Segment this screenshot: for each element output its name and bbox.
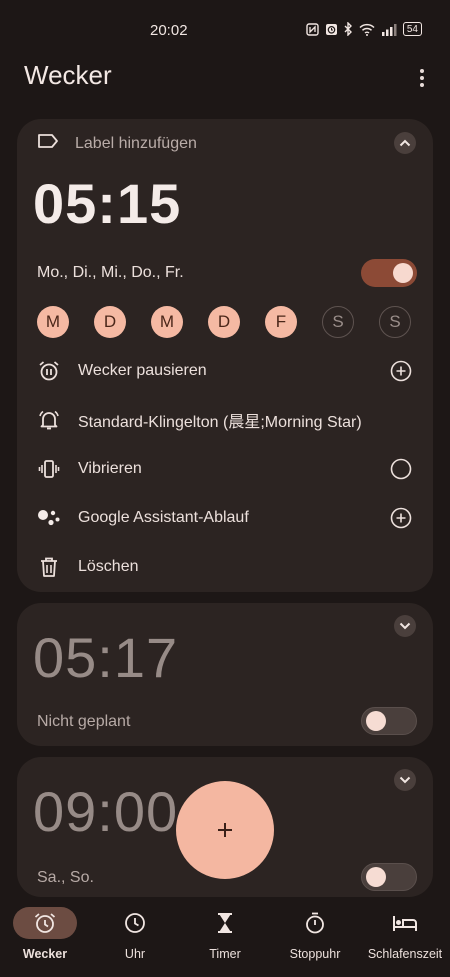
nav-label: Wecker xyxy=(22,947,68,961)
delete-option[interactable]: Löschen xyxy=(37,552,413,582)
nfc-icon xyxy=(306,22,319,36)
pause-alarm-label: Wecker pausieren xyxy=(78,362,207,379)
nav-label: Stoppuhr xyxy=(289,947,341,961)
bottom-navigation: Wecker Uhr Timer Stoppuhr Schlafenszeit xyxy=(0,897,450,977)
add-alarm-button[interactable] xyxy=(176,781,274,879)
weekday-selector: M D M D F S S xyxy=(37,306,411,338)
overflow-menu-icon[interactable] xyxy=(408,64,436,92)
bell-icon xyxy=(37,408,61,432)
assistant-routine-label: Google Assistant-Ablauf xyxy=(78,509,249,526)
day-friday[interactable]: F xyxy=(265,306,297,338)
expand-alarm-button[interactable] xyxy=(394,769,416,791)
clock-icon xyxy=(125,913,145,933)
nav-label: Schlafenszeit xyxy=(367,947,443,961)
add-icon xyxy=(218,823,232,837)
alarm-toggle[interactable] xyxy=(361,863,417,891)
signal-icon xyxy=(381,22,397,36)
alarm-card-2[interactable]: 05:17 Nicht geplant xyxy=(17,603,433,746)
day-monday[interactable]: M xyxy=(37,306,69,338)
add-label-row[interactable]: Label hinzufügen xyxy=(37,133,197,154)
add-pause-icon[interactable] xyxy=(389,359,413,383)
add-assistant-icon[interactable] xyxy=(389,506,413,530)
collapse-alarm-button[interactable] xyxy=(394,132,416,154)
expand-alarm-button[interactable] xyxy=(394,615,416,637)
delete-label: Löschen xyxy=(78,558,139,575)
status-bar: 20:02 54 xyxy=(0,0,450,60)
status-icons: 54 xyxy=(306,22,422,36)
nav-item-clock[interactable]: Uhr xyxy=(90,907,180,961)
alarm-icon xyxy=(34,913,56,933)
stopwatch-icon xyxy=(306,912,324,934)
nav-label: Timer xyxy=(209,947,241,961)
hourglass-icon xyxy=(218,913,232,933)
nav-item-stopwatch[interactable]: Stoppuhr xyxy=(270,907,360,961)
bed-icon xyxy=(393,916,417,931)
alarm-card-1[interactable]: Label hinzufügen 05:15 Mo., Di., Mi., Do… xyxy=(17,119,433,592)
nav-label: Uhr xyxy=(124,947,146,961)
day-wednesday[interactable]: M xyxy=(151,306,183,338)
chevron-down-icon xyxy=(399,622,411,630)
trash-icon xyxy=(37,555,61,579)
nav-item-alarm[interactable]: Wecker xyxy=(0,907,90,961)
alarm-schedule: Sa., So. xyxy=(37,869,94,886)
status-time: 20:02 xyxy=(150,22,188,39)
ringtone-option[interactable]: Standard-Klingelton (晨星;Morning Star) xyxy=(37,405,413,435)
alarm-schedule: Nicht geplant xyxy=(37,713,131,730)
add-label-text: Label hinzufügen xyxy=(75,134,197,152)
alarm-time[interactable]: 05:17 xyxy=(33,625,178,690)
vibrate-option[interactable]: Vibrieren xyxy=(37,454,413,484)
assistant-routine-option[interactable]: Google Assistant-Ablauf xyxy=(37,503,413,533)
google-assistant-icon xyxy=(37,506,61,530)
chevron-down-icon xyxy=(399,776,411,784)
nav-item-bedtime[interactable]: Schlafenszeit xyxy=(360,907,450,961)
page-title: Wecker xyxy=(24,60,112,90)
alarm-status-icon xyxy=(325,22,338,36)
alarm-schedule: Mo., Di., Mi., Do., Fr. xyxy=(37,264,184,281)
day-saturday[interactable]: S xyxy=(322,306,354,338)
label-icon xyxy=(37,133,59,154)
bluetooth-icon xyxy=(344,22,353,36)
alarm-time[interactable]: 09:00 xyxy=(33,779,178,844)
vibrate-checkbox[interactable] xyxy=(389,457,413,481)
vibrate-label: Vibrieren xyxy=(78,460,142,477)
alarm-toggle[interactable] xyxy=(361,707,417,735)
alarm-time[interactable]: 05:15 xyxy=(33,171,181,236)
pause-alarm-option[interactable]: Wecker pausieren xyxy=(37,356,413,386)
alarm-toggle[interactable] xyxy=(361,259,417,287)
battery-icon: 54 xyxy=(402,22,422,36)
day-tuesday[interactable]: D xyxy=(94,306,126,338)
ringtone-label: Standard-Klingelton (晨星;Morning Star) xyxy=(78,414,362,431)
chevron-up-icon xyxy=(399,139,411,147)
wifi-icon xyxy=(359,22,375,36)
day-thursday[interactable]: D xyxy=(208,306,240,338)
vibrate-icon xyxy=(37,457,61,481)
alarm-pause-icon xyxy=(37,359,61,383)
nav-item-timer[interactable]: Timer xyxy=(180,907,270,961)
day-sunday[interactable]: S xyxy=(379,306,411,338)
